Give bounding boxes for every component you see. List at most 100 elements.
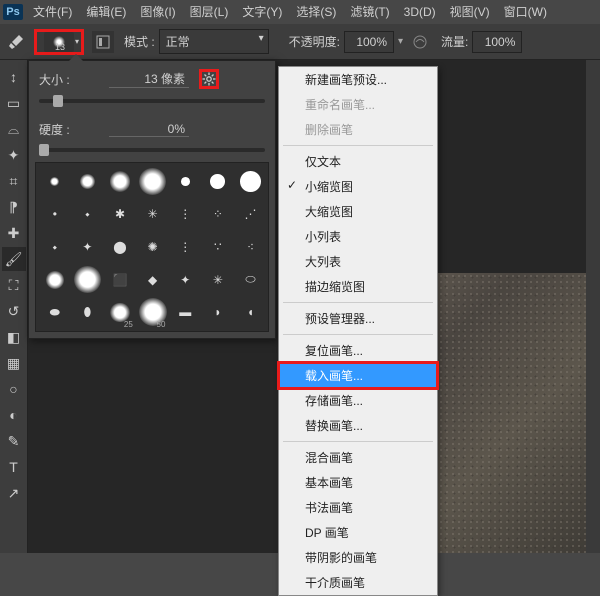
tool-gradient[interactable]: ▦	[2, 351, 26, 375]
brush-thumb[interactable]: ⁕	[268, 265, 269, 295]
brush-thumb[interactable]: ⬮	[73, 297, 103, 327]
pressure-opacity-icon[interactable]	[409, 31, 431, 53]
brush-size-value[interactable]: 13 像素	[109, 70, 189, 88]
brush-thumb[interactable]: •	[40, 200, 70, 230]
tool-history[interactable]: ↺	[2, 299, 26, 323]
brush-thumb[interactable]: ⋮	[170, 200, 200, 230]
brush-thumb[interactable]	[170, 167, 200, 197]
brush-thumb[interactable]: ⁙	[268, 232, 269, 262]
menu-select[interactable]: 选择(S)	[289, 0, 343, 24]
tool-dodge[interactable]: ◐	[2, 403, 26, 427]
brush-thumb[interactable]: ⬩	[40, 232, 70, 262]
menu-item-label: 新建画笔预设...	[305, 73, 387, 87]
menu-item[interactable]: 新建画笔预设...	[279, 67, 437, 92]
brush-hardness-slider[interactable]	[39, 148, 265, 152]
brush-size-slider[interactable]	[39, 99, 265, 103]
menu-item[interactable]: 混合画笔	[279, 445, 437, 470]
brush-thumb[interactable]	[236, 167, 266, 197]
vertical-scrollbar[interactable]	[586, 60, 600, 553]
brush-thumb[interactable]: ⋮	[170, 232, 200, 262]
brush-thumb[interactable]: ∴	[268, 200, 269, 230]
brush-thumb[interactable]: ⬭	[236, 265, 266, 295]
brush-thumb[interactable]: ✦	[73, 232, 103, 262]
brush-thumb[interactable]: ⬬	[40, 297, 70, 327]
brush-panel-toggle-icon[interactable]	[92, 31, 114, 53]
tool-heal[interactable]: ✚	[2, 221, 26, 245]
menu-text[interactable]: 文字(Y)	[235, 0, 289, 24]
brush-thumb[interactable]: 25	[105, 297, 135, 327]
brush-thumb[interactable]	[105, 167, 135, 197]
tool-marquee[interactable]: ▭	[2, 91, 26, 115]
menu-item[interactable]: 干介质画笔	[279, 570, 437, 595]
gear-icon[interactable]	[199, 69, 219, 89]
brush-thumb[interactable]: ∵	[203, 232, 233, 262]
menu-layer[interactable]: 图层(L)	[183, 0, 236, 24]
brush-thumb[interactable]	[138, 167, 168, 197]
tool-path[interactable]: ↗	[2, 481, 26, 505]
brush-thumb[interactable]: ⁖	[236, 232, 266, 262]
menu-item[interactable]: 存储画笔...	[279, 388, 437, 413]
menu-file[interactable]: 文件(F)	[26, 0, 79, 24]
menu-3d[interactable]: 3D(D)	[397, 0, 443, 24]
menu-image[interactable]: 图像(I)	[133, 0, 182, 24]
brush-thumb[interactable]: ✱	[105, 200, 135, 230]
brush-thumb[interactable]: ⋰	[236, 200, 266, 230]
brush-thumb[interactable]: ▬	[170, 297, 200, 327]
tool-blur[interactable]: ○	[2, 377, 26, 401]
brush-thumb[interactable]: ✳	[203, 265, 233, 295]
menu-item[interactable]: 大缩览图	[279, 199, 437, 224]
tool-crop[interactable]: ⌗	[2, 169, 26, 193]
brush-thumb[interactable]	[40, 265, 70, 295]
menu-item[interactable]: 大列表	[279, 249, 437, 274]
brush-thumb[interactable]: ◖	[236, 297, 266, 327]
tool-stamp[interactable]: ⛶	[2, 273, 26, 297]
mode-dropdown[interactable]: 正常	[159, 29, 269, 54]
menu-item[interactable]: 复位画笔...	[279, 338, 437, 363]
brush-thumb[interactable]: 50	[138, 297, 168, 327]
tool-eyedropper[interactable]: ⁋	[2, 195, 26, 219]
menu-item-label: 带阴影的画笔	[305, 551, 377, 565]
brush-preset-dropdown[interactable]: 13 ▾	[34, 29, 84, 55]
tool-brush[interactable]: 🖌	[2, 247, 26, 271]
brush-thumb[interactable]	[73, 167, 103, 197]
menu-item[interactable]: 带阴影的画笔	[279, 545, 437, 570]
menu-item[interactable]: 书法画笔	[279, 495, 437, 520]
opacity-value[interactable]: 100%	[344, 31, 394, 53]
tool-wand[interactable]: ✦	[2, 143, 26, 167]
chevron-down-icon[interactable]: ▾	[398, 36, 403, 47]
menu-item[interactable]: ✓小缩览图	[279, 174, 437, 199]
tool-move[interactable]: ↕	[2, 65, 26, 89]
menu-item[interactable]: DP 画笔	[279, 520, 437, 545]
menu-edit[interactable]: 编辑(E)	[79, 0, 133, 24]
brush-thumb[interactable]: ✺	[138, 232, 168, 262]
brush-thumb[interactable]	[203, 167, 233, 197]
tool-eraser[interactable]: ◧	[2, 325, 26, 349]
menu-item[interactable]: 预设管理器...	[279, 306, 437, 331]
tool-text[interactable]: T	[2, 455, 26, 479]
menu-view[interactable]: 视图(V)	[443, 0, 497, 24]
menu-filter[interactable]: 滤镜(T)	[343, 0, 396, 24]
brush-hardness-value[interactable]: 0%	[109, 122, 189, 137]
menu-item[interactable]: 描边缩览图	[279, 274, 437, 299]
brush-thumb[interactable]	[73, 265, 103, 295]
tool-lasso[interactable]: ⌓	[2, 117, 26, 141]
brush-thumb[interactable]	[40, 167, 70, 197]
tool-pen[interactable]: ✎	[2, 429, 26, 453]
menu-window[interactable]: 窗口(W)	[497, 0, 554, 24]
brush-thumb[interactable]: ✦	[170, 265, 200, 295]
menu-item[interactable]: 基本画笔	[279, 470, 437, 495]
brush-thumb[interactable]	[268, 167, 269, 197]
brush-thumb[interactable]: ◗	[203, 297, 233, 327]
brush-thumb[interactable]: ⬩	[73, 200, 103, 230]
brush-thumb[interactable]: ✳	[138, 200, 168, 230]
brush-thumb[interactable]: ✱	[268, 297, 269, 327]
brush-thumb[interactable]: ◆	[138, 265, 168, 295]
menu-item[interactable]: 替换画笔...	[279, 413, 437, 438]
brush-thumb[interactable]: ⁘	[203, 200, 233, 230]
flow-value[interactable]: 100%	[472, 31, 522, 53]
brush-thumb[interactable]: ⬤	[105, 232, 135, 262]
menu-item[interactable]: 载入画笔...	[279, 363, 437, 388]
brush-thumb[interactable]: ⬛	[105, 265, 135, 295]
menu-item[interactable]: 小列表	[279, 224, 437, 249]
menu-item[interactable]: 仅文本	[279, 149, 437, 174]
